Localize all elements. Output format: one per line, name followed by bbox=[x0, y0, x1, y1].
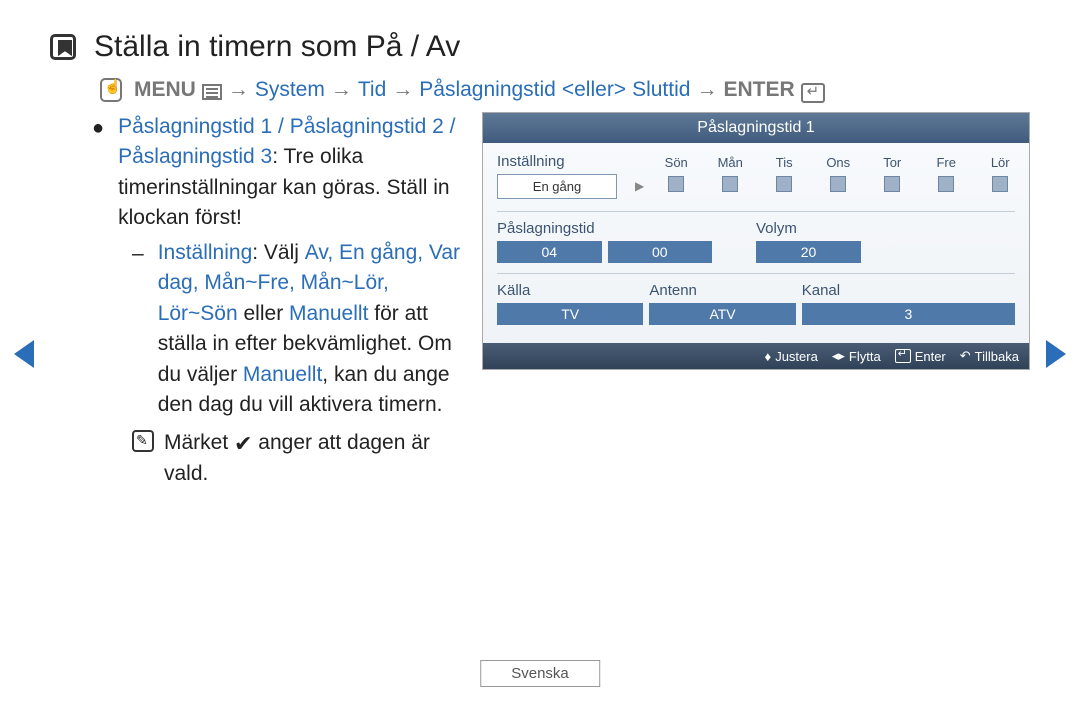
minute-field[interactable]: 00 bbox=[608, 241, 713, 263]
language-button[interactable]: Svenska bbox=[480, 660, 600, 687]
return-icon: ↶ bbox=[960, 348, 971, 364]
source-label: Källa bbox=[497, 282, 649, 299]
day-checkbox[interactable] bbox=[830, 176, 846, 192]
bc-paslag: Påslagningstid bbox=[419, 78, 556, 102]
bc-eller: <eller> bbox=[562, 78, 626, 102]
source-field[interactable]: TV bbox=[497, 303, 643, 325]
bookmark-icon bbox=[50, 34, 76, 60]
enter-icon bbox=[895, 349, 911, 363]
antenna-label: Antenn bbox=[649, 282, 801, 299]
channel-field[interactable]: 3 bbox=[802, 303, 1015, 325]
dash-icon: – bbox=[132, 238, 144, 421]
breadcrumb: MENU → System → Tid → Påslagningstid <el… bbox=[100, 78, 1030, 102]
day-checkbox[interactable] bbox=[722, 176, 738, 192]
chevron-right-icon: ▶ bbox=[635, 179, 644, 193]
bc-tid: Tid bbox=[358, 78, 386, 102]
hour-field[interactable]: 04 bbox=[497, 241, 602, 263]
volume-field[interactable]: 20 bbox=[756, 241, 861, 263]
note-icon bbox=[132, 430, 154, 452]
menu-icon bbox=[202, 84, 222, 100]
day-grid: Sön Mån Tis Ons Tor Fre Lör bbox=[656, 155, 1020, 192]
timer-panel: Påslagningstid 1 Inställning En gång ▶ S… bbox=[482, 112, 1030, 370]
antenna-field[interactable]: ATV bbox=[649, 303, 795, 325]
day-checkbox[interactable] bbox=[668, 176, 684, 192]
bc-menu: MENU bbox=[134, 78, 196, 102]
next-page-button[interactable] bbox=[1046, 340, 1066, 368]
bc-sluttid: Sluttid bbox=[632, 78, 690, 102]
page-title: Ställa in timern som På / Av bbox=[94, 30, 460, 64]
day-checkbox[interactable] bbox=[938, 176, 954, 192]
day-checkbox[interactable] bbox=[884, 176, 900, 192]
bc-enter: ENTER bbox=[723, 78, 794, 102]
hand-icon bbox=[100, 78, 122, 102]
prev-page-button[interactable] bbox=[14, 340, 34, 368]
bc-system: System bbox=[255, 78, 325, 102]
panel-header: Påslagningstid 1 bbox=[483, 113, 1029, 143]
check-icon: ✔ bbox=[234, 431, 252, 456]
leftright-icon: ◂▸ bbox=[832, 348, 845, 364]
setting-select[interactable]: En gång bbox=[497, 174, 617, 199]
setting-label: Inställning bbox=[497, 153, 617, 170]
channel-label: Kanal bbox=[802, 282, 1015, 299]
description-text: ● Påslagningstid 1 / Påslagningstid 2 / … bbox=[92, 112, 468, 489]
bullet-dot: ● bbox=[92, 112, 104, 234]
volume-label: Volym bbox=[756, 220, 1015, 237]
day-checkbox[interactable] bbox=[776, 176, 792, 192]
enter-icon bbox=[801, 83, 825, 103]
panel-footer: ♦Justera ◂▸Flytta Enter ↶Tillbaka bbox=[483, 343, 1029, 369]
updown-icon: ♦ bbox=[765, 349, 772, 364]
time-label: Påslagningstid bbox=[497, 220, 756, 237]
day-checkbox[interactable] bbox=[992, 176, 1008, 192]
